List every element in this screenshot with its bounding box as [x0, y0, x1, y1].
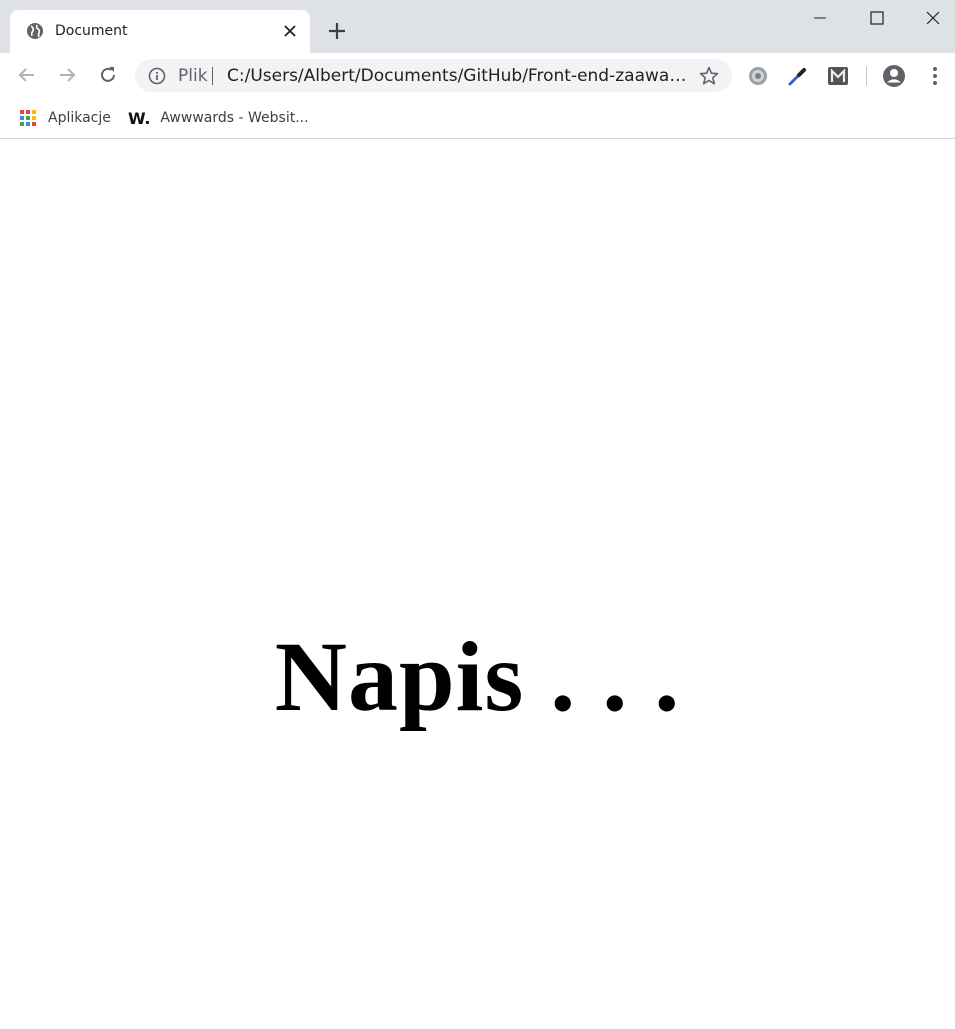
toolbar-separator: [866, 66, 867, 86]
scheme-label: Plik: [178, 66, 208, 86]
bookmark-label: Aplikacje: [48, 110, 111, 126]
close-tab-icon[interactable]: [282, 23, 298, 39]
tab-strip: Document: [0, 0, 955, 53]
bookmark-star-icon[interactable]: [698, 65, 720, 87]
globe-icon: [27, 23, 43, 39]
address-bar[interactable]: Plik C:/Users/Albert/Documents/GitHub/Fr…: [135, 59, 732, 92]
bookmarks-bar: Aplikacje W. Awwwards - Websit...: [0, 98, 955, 139]
eyedropper-extension-icon[interactable]: [786, 64, 810, 88]
minimize-icon[interactable]: [805, 8, 835, 28]
gear-extension-icon[interactable]: [746, 64, 770, 88]
active-tab[interactable]: Document: [10, 10, 310, 53]
page-heading: Napis . . .: [274, 621, 681, 732]
page-viewport: Napis . . .: [0, 139, 955, 1029]
tab-title: Document: [55, 23, 128, 39]
menu-kebab-icon[interactable]: [923, 64, 947, 88]
apps-grid-icon: [20, 110, 36, 126]
browser-toolbar: Plik C:/Users/Albert/Documents/GitHub/Fr…: [0, 53, 955, 98]
window-close-icon[interactable]: [918, 6, 948, 30]
info-icon[interactable]: [148, 67, 166, 85]
profile-avatar-icon[interactable]: [882, 64, 906, 88]
maximize-icon[interactable]: [862, 6, 892, 30]
new-tab-button[interactable]: [326, 20, 348, 42]
forward-arrow-icon[interactable]: [56, 64, 78, 86]
bookmark-apps[interactable]: Aplikacje: [19, 107, 111, 129]
m-extension-icon[interactable]: [826, 64, 850, 88]
bookmark-label: Awwwards - Websit...: [160, 110, 309, 126]
reload-icon[interactable]: [97, 64, 119, 86]
back-arrow-icon[interactable]: [16, 64, 38, 86]
awwwards-w-icon: W.: [128, 108, 151, 128]
bookmark-awwwards[interactable]: W. Awwwards - Websit...: [128, 107, 309, 129]
url-text[interactable]: C:/Users/Albert/Documents/GitHub/Front-e…: [227, 66, 687, 86]
address-separator: [212, 67, 213, 85]
